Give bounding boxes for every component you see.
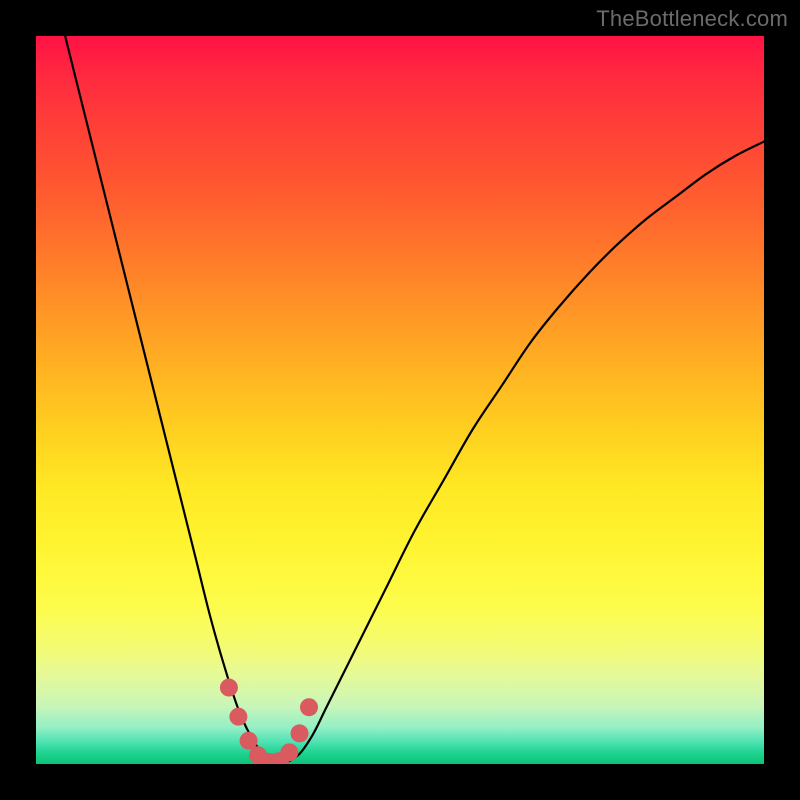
chart-frame: TheBottleneck.com <box>0 0 800 800</box>
highlight-markers <box>220 679 318 764</box>
highlight-marker <box>229 708 247 726</box>
highlight-marker <box>291 724 309 742</box>
highlight-marker <box>220 679 238 697</box>
watermark-text: TheBottleneck.com <box>596 6 788 32</box>
curve-layer <box>36 36 764 764</box>
highlight-marker <box>280 743 298 761</box>
bottleneck-curve-path <box>65 36 764 763</box>
highlight-marker <box>300 698 318 716</box>
bottleneck-curve <box>65 36 764 763</box>
plot-area <box>36 36 764 764</box>
